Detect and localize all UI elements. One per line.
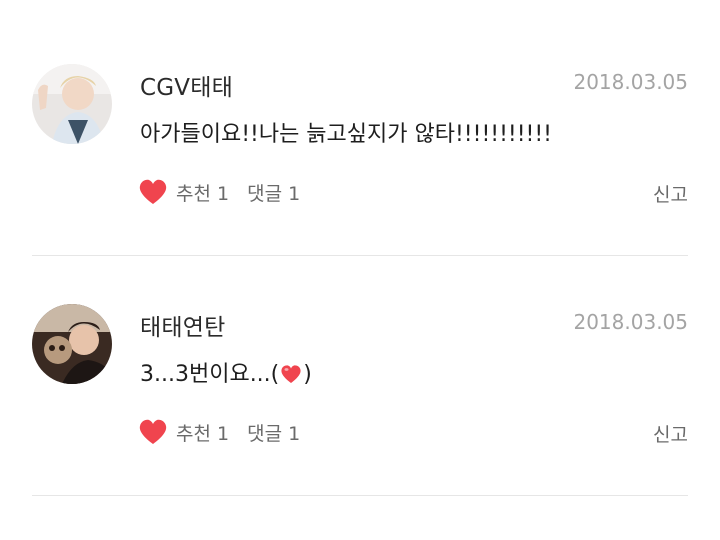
heart-icon[interactable] [138, 178, 168, 206]
comment-date: 2018.03.05 [573, 310, 688, 334]
comment-text-before: 3...3번이요...( [140, 362, 280, 387]
like-label: 추천 [176, 182, 211, 205]
avatar-image [32, 64, 112, 144]
heart-emoji-icon [280, 364, 302, 384]
avatar-image [32, 304, 112, 384]
comment-text: 3...3번이요...() [140, 356, 312, 388]
like-count: 1 [217, 182, 230, 205]
author-name[interactable]: 태태연탄 [140, 308, 225, 342]
reply-count: 1 [288, 182, 301, 205]
divider [32, 495, 688, 496]
reply-label: 댓글 [247, 422, 283, 445]
avatar[interactable] [32, 64, 112, 144]
comment-item: 태태연탄 2018.03.05 3...3번이요...() 추천 1 댓글 1 … [0, 256, 720, 496]
comment-actions: 추천 1 댓글 1 [138, 416, 300, 448]
comment-date: 2018.03.05 [573, 70, 688, 94]
like-count: 1 [217, 422, 230, 445]
heart-icon[interactable] [138, 418, 168, 446]
comment-item: CGV태태 2018.03.05 아가들이요!!나는 늙고싶지가 않타!!!!!… [0, 16, 720, 256]
reply-button[interactable]: 댓글 1 [247, 179, 300, 206]
report-button[interactable]: 신고 [653, 420, 688, 447]
reply-label: 댓글 [247, 182, 283, 205]
like-button[interactable]: 추천 1 [176, 419, 229, 446]
reply-button[interactable]: 댓글 1 [247, 419, 300, 446]
avatar[interactable] [32, 304, 112, 384]
comment-text: 아가들이요!!나는 늙고싶지가 않타!!!!!!!!!!! [140, 122, 552, 147]
reply-count: 1 [288, 422, 301, 445]
comment-text-after: ) [303, 362, 312, 387]
report-button[interactable]: 신고 [653, 180, 688, 207]
like-button[interactable]: 추천 1 [176, 179, 229, 206]
like-label: 추천 [176, 422, 211, 445]
author-name[interactable]: CGV태태 [140, 68, 233, 102]
comment-actions: 추천 1 댓글 1 [138, 176, 300, 208]
